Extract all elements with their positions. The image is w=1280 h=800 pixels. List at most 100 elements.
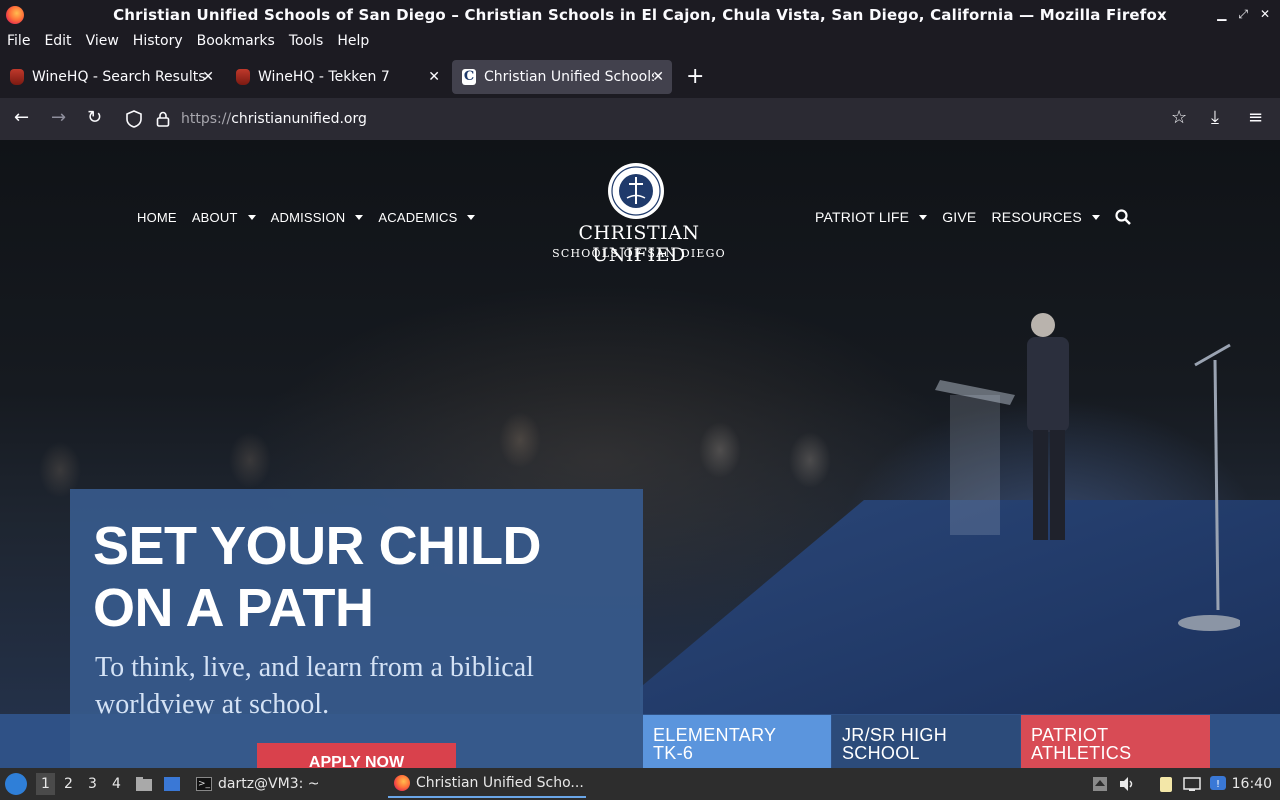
caret-down-icon	[1091, 214, 1100, 220]
menu-help[interactable]: Help	[337, 33, 369, 49]
volume-icon[interactable]	[1118, 775, 1136, 793]
subtitle-line: worldview at school.	[95, 689, 330, 720]
menu-edit[interactable]: Edit	[44, 33, 71, 49]
nav-label: HOME	[137, 210, 177, 225]
nav-label: ABOUT	[191, 210, 238, 225]
forward-arrow-icon[interactable]: →	[51, 108, 66, 128]
site-nav-right: PATRIOT LIFE GIVE RESOURCES	[815, 209, 1131, 225]
site-nav-left: HOME ABOUT ADMISSION ACADEMICS	[137, 210, 490, 225]
reload-icon[interactable]: ↻	[87, 108, 102, 128]
back-arrow-icon[interactable]: ←	[14, 108, 29, 128]
window-titlebar: Christian Unified Schools of San Diego –…	[0, 0, 1280, 30]
start-menu-icon[interactable]	[5, 773, 27, 795]
downloads-icon[interactable]: ⤓	[1211, 108, 1219, 128]
network-icon[interactable]	[1183, 775, 1201, 793]
tab-bar: WineHQ - Search Results ✕ WineHQ - Tekke…	[0, 58, 1280, 96]
tile-label: TK-6	[653, 743, 694, 763]
tab-winehq-search[interactable]: WineHQ - Search Results ✕	[0, 60, 222, 94]
firefox-icon	[394, 775, 410, 791]
new-tab-icon[interactable]: +	[686, 66, 704, 88]
terminal-task[interactable]: >_ dartz@VM3: ~	[196, 776, 320, 792]
search-icon[interactable]	[1115, 209, 1131, 225]
tile-elementary[interactable]: ELEMENTARY TK-6	[643, 715, 831, 768]
headline-line: ON A PATH	[93, 578, 374, 638]
webpage: HOME ABOUT ADMISSION ACADEMICS CHRISTIAN…	[0, 140, 1280, 768]
cus-icon: C	[462, 69, 476, 85]
hero-subtitle: To think, live, and learn from a biblica…	[95, 649, 625, 723]
tracking-shield-icon[interactable]	[126, 110, 142, 128]
workspace-3[interactable]: 3	[88, 776, 97, 792]
nav-label: RESOURCES	[991, 209, 1082, 225]
menu-history[interactable]: History	[133, 33, 183, 49]
workspace-2[interactable]: 2	[64, 776, 73, 792]
file-manager-icon[interactable]	[135, 775, 153, 793]
menu-tools[interactable]: Tools	[289, 33, 324, 49]
microphone-stand-graphic	[1178, 343, 1240, 631]
nav-label: ADMISSION	[270, 210, 346, 225]
headline-line: SET YOUR CHILD	[93, 516, 542, 576]
hamburger-menu-icon[interactable]: ≡	[1248, 108, 1263, 128]
tile-label: PATRIOT	[1031, 725, 1109, 745]
terminal-icon: >_	[196, 777, 212, 791]
tile-label: ATHLETICS	[1031, 743, 1132, 763]
tab-christian-unified[interactable]: C Christian Unified Schools ✕	[452, 60, 672, 94]
subtitle-line: To think, live, and learn from a biblica…	[95, 652, 534, 683]
menu-bar: File Edit View History Bookmarks Tools H…	[0, 30, 1280, 52]
caret-down-icon	[247, 215, 256, 220]
tray-eject-icon[interactable]	[1091, 775, 1109, 793]
tab-label: WineHQ - Tekken 7	[258, 69, 390, 85]
nav-academics[interactable]: ACADEMICS	[378, 210, 476, 225]
lock-icon[interactable]	[156, 111, 170, 127]
tab-label: Christian Unified Schools	[484, 69, 654, 85]
url-bar[interactable]: https://christianunified.org	[118, 102, 1204, 136]
site-logo[interactable]: CHRISTIAN UNIFIED SCHOOLS OF SAN DIEGO	[534, 162, 744, 266]
tile-high-school[interactable]: JR/SR HIGH SCHOOL	[832, 715, 1020, 768]
notification-icon[interactable]: !	[1209, 775, 1227, 793]
taskbar: 1 2 3 4 >_ dartz@VM3: ~ Christian Unifie…	[0, 768, 1280, 800]
tile-label: ELEMENTARY	[653, 725, 777, 745]
url-protocol: https://	[181, 111, 232, 127]
url-host: christianunified.org	[231, 111, 367, 127]
speaker-graphic	[1027, 313, 1069, 540]
url-text[interactable]: https://christianunified.org	[181, 111, 367, 127]
maximize-icon[interactable]: ⤢	[1238, 7, 1248, 22]
nav-about[interactable]: ABOUT	[192, 210, 256, 225]
bookmark-star-icon[interactable]: ☆	[1171, 108, 1187, 128]
nav-label: ACADEMICS	[378, 210, 458, 225]
clipboard-icon[interactable]	[1157, 775, 1175, 793]
nav-patriot-life[interactable]: PATRIOT LIFE	[815, 209, 928, 225]
nav-admission[interactable]: ADMISSION	[271, 210, 364, 225]
tile-athletics[interactable]: PATRIOT ATHLETICS	[1021, 715, 1210, 768]
close-icon[interactable]: ✕	[1260, 7, 1270, 22]
logo-subtitle: SCHOOLS OF SAN DIEGO	[552, 247, 726, 260]
clock: 16:40	[1231, 776, 1272, 792]
nav-give[interactable]: GIVE	[942, 209, 976, 225]
firefox-task[interactable]: Christian Unified Scho...	[388, 770, 586, 798]
menu-file[interactable]: File	[7, 33, 30, 49]
menu-bookmarks[interactable]: Bookmarks	[197, 33, 275, 49]
tab-close-icon[interactable]: ✕	[652, 69, 664, 85]
nav-home[interactable]: HOME	[137, 210, 177, 225]
window-title: Christian Unified Schools of San Diego –…	[113, 6, 1167, 24]
wine-icon	[10, 69, 24, 85]
wine-icon	[236, 69, 250, 85]
nav-label: PATRIOT LIFE	[815, 209, 910, 225]
caret-down-icon	[467, 215, 476, 220]
tile-label: SCHOOL	[842, 743, 920, 763]
navigation-toolbar: ← → ↻ https://christianunified.org ☆ ⤓ ≡	[0, 98, 1280, 140]
tab-close-icon[interactable]: ✕	[202, 69, 214, 85]
minimize-icon[interactable]: ▁	[1217, 7, 1226, 22]
caret-down-icon	[355, 215, 364, 220]
tab-close-icon[interactable]: ✕	[428, 69, 440, 85]
tile-label: JR/SR HIGH	[842, 725, 948, 745]
school-seal-icon	[608, 163, 664, 219]
tab-label: WineHQ - Search Results	[32, 69, 206, 85]
nav-label: GIVE	[942, 209, 977, 225]
desktop-icon[interactable]	[163, 775, 181, 793]
nav-resources[interactable]: RESOURCES	[991, 209, 1100, 225]
menu-view[interactable]: View	[86, 33, 119, 49]
tab-winehq-tekken[interactable]: WineHQ - Tekken 7 ✕	[226, 60, 448, 94]
workspace-4[interactable]: 4	[112, 776, 121, 792]
workspace-1[interactable]: 1	[36, 773, 55, 795]
firefox-task-label: Christian Unified Scho...	[416, 775, 584, 791]
